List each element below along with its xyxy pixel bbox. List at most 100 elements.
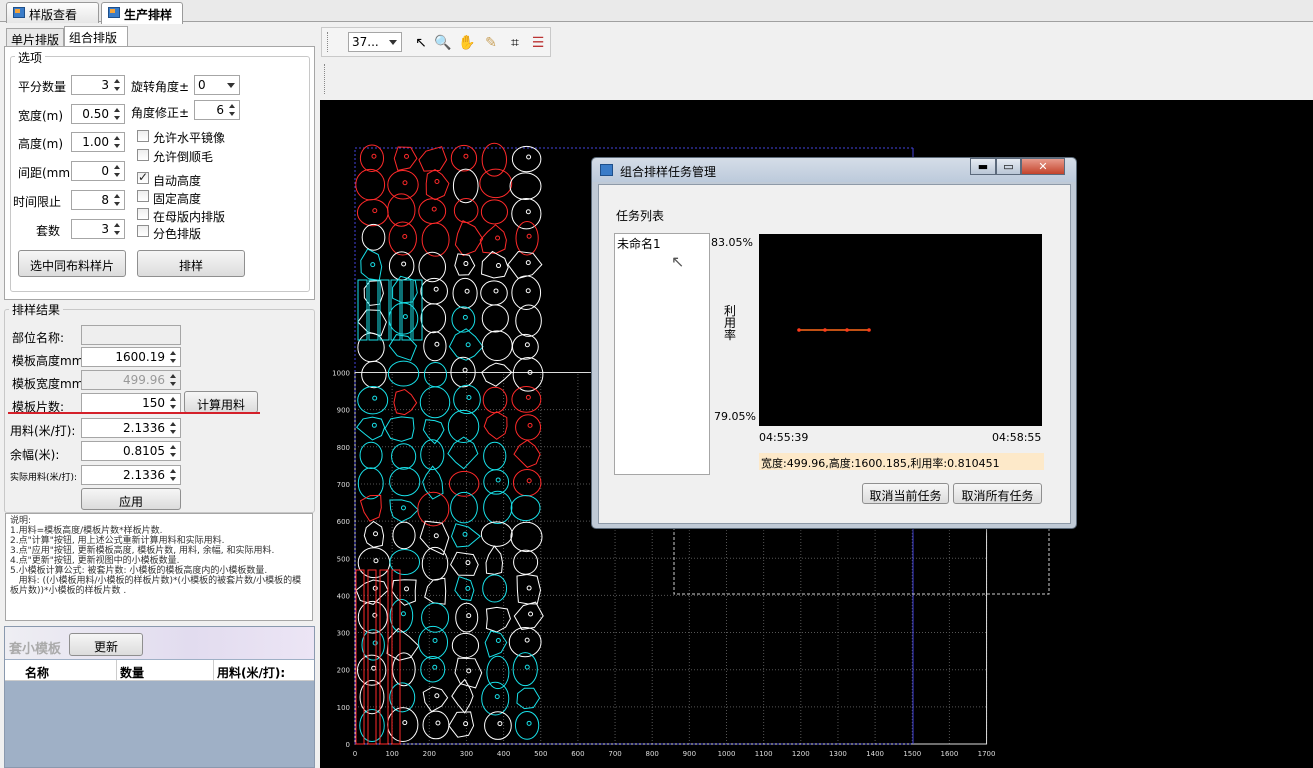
spacing-spinner[interactable]: 0: [71, 161, 125, 181]
pattern-piece: [510, 521, 543, 553]
height-spinner[interactable]: 1.00: [71, 132, 125, 152]
task-list[interactable]: 未命名1 ↖: [614, 233, 710, 475]
eraser-icon[interactable]: ✎: [482, 34, 500, 52]
angle-fix-spinner[interactable]: 6: [194, 100, 240, 120]
pattern-mark: [462, 531, 468, 537]
pattern-piece: [511, 275, 542, 311]
pattern-piece: [451, 306, 476, 333]
pattern-mark: [526, 233, 532, 239]
mirror-checkbox[interactable]: [137, 130, 149, 142]
pattern-piece: [357, 547, 391, 579]
part-name-field[interactable]: [81, 325, 181, 345]
close-button[interactable]: ✕: [1021, 158, 1065, 175]
template-width-label: 模板宽度mm:: [12, 377, 88, 391]
hand-icon[interactable]: ✋: [458, 34, 476, 52]
y-tick-label: 100: [337, 704, 350, 712]
tab-pattern-view[interactable]: 样版查看: [6, 2, 99, 23]
usage-spinner[interactable]: 2.1336: [81, 418, 181, 438]
pattern-piece: [485, 545, 504, 575]
pattern-mark: [432, 664, 438, 670]
pattern-piece: [480, 280, 508, 306]
maximize-button[interactable]: ▭: [996, 158, 1021, 175]
pattern-mark: [404, 586, 410, 592]
pattern-piece: [448, 711, 475, 738]
utilization-point: [823, 328, 827, 332]
crop-icon[interactable]: ⌗: [506, 34, 524, 52]
minimize-button[interactable]: ▬: [970, 158, 996, 175]
nest-button[interactable]: 排样: [137, 250, 245, 277]
pattern-piece: [507, 250, 543, 279]
rotate-angle-select[interactable]: 0: [194, 75, 240, 95]
refresh-button[interactable]: 更新: [69, 633, 143, 656]
pattern-piece: [483, 441, 507, 471]
list-icon[interactable]: ☰: [529, 34, 547, 52]
remain-label: 余幅(米):: [10, 448, 60, 462]
in-master-checkbox[interactable]: [137, 208, 149, 220]
zoom-select[interactable]: 37...: [348, 32, 402, 52]
pattern-piece: [516, 573, 542, 605]
y-tick-label: 700: [337, 481, 350, 489]
pattern-piece: [359, 708, 385, 742]
pattern-piece: [511, 386, 542, 413]
zoom-icon[interactable]: 🔍: [434, 34, 452, 52]
template-height-spinner[interactable]: 1600.19: [81, 347, 181, 367]
utilization-point: [797, 328, 801, 332]
pattern-piece: [452, 168, 479, 204]
apply-button[interactable]: 应用: [81, 488, 181, 510]
dialog-body: 任务列表 未命名1 ↖ 83.05% 79.05% 利用率 04:55:39 0…: [598, 184, 1071, 524]
y-tick-label: 400: [337, 592, 350, 600]
pattern-mark: [465, 560, 471, 566]
pattern-piece: [359, 144, 385, 172]
pattern-piece: [512, 469, 542, 497]
options-legend: 选项: [15, 49, 46, 66]
y-tick-label: 800: [337, 444, 350, 452]
y-min-label: 79.05%: [714, 410, 756, 423]
dialog-titlebar[interactable]: 组合排样任务管理 ▬ ▭ ✕: [592, 158, 1076, 182]
pattern-mark: [433, 286, 439, 292]
pattern-mark: [464, 288, 470, 294]
pattern-mark: [495, 477, 501, 483]
task-item[interactable]: 未命名1: [617, 235, 661, 252]
width-spinner[interactable]: 0.50: [71, 104, 125, 124]
x-tick-label: 200: [423, 750, 436, 758]
actual-usage-spinner[interactable]: 2.1336: [81, 465, 181, 485]
tab-combined-nesting[interactable]: 组合排版: [64, 26, 128, 47]
time-limit-spinner[interactable]: 8: [71, 190, 125, 210]
template-count-spinner[interactable]: 150: [81, 393, 181, 413]
pattern-piece: [423, 362, 448, 388]
usage-label: 用料(米/打):: [10, 424, 76, 438]
col-usage: 用料(米/打):: [217, 666, 286, 680]
pattern-piece: [356, 416, 386, 441]
cancel-current-task-button[interactable]: 取消当前任务: [862, 483, 949, 504]
sets-spinner[interactable]: 3: [71, 219, 125, 239]
pattern-mark: [525, 260, 531, 266]
pattern-piece: [450, 551, 479, 576]
pattern-mark: [404, 153, 410, 159]
pattern-piece: [481, 142, 508, 177]
pattern-piece: [513, 601, 544, 630]
fixed-height-checkbox[interactable]: [137, 190, 149, 202]
pattern-mark: [402, 234, 408, 240]
toolbar-grip: [324, 64, 326, 94]
nap-checkbox[interactable]: [137, 149, 149, 161]
pattern-mark: [466, 668, 472, 674]
pattern-piece: [355, 579, 389, 605]
pattern-piece: [452, 277, 478, 309]
time-start-label: 04:55:39: [759, 431, 809, 444]
select-same-fabric-button[interactable]: 选中同布料样片: [18, 250, 126, 277]
pointer-icon[interactable]: ↖: [412, 34, 430, 52]
tab-production-nesting[interactable]: 生产排样: [101, 2, 183, 24]
remain-spinner[interactable]: 0.8105: [81, 441, 181, 461]
template-width-spinner[interactable]: 499.96: [81, 370, 181, 390]
pattern-piece: [424, 577, 447, 605]
auto-height-checkbox[interactable]: [137, 170, 149, 184]
pattern-mark: [373, 531, 379, 537]
pattern-piece: [389, 467, 421, 497]
pattern-piece: [450, 523, 481, 548]
cancel-all-tasks-button[interactable]: 取消所有任务: [953, 483, 1042, 504]
color-separate-checkbox[interactable]: [137, 225, 149, 237]
pattern-piece: [425, 169, 450, 201]
tab-single-nesting[interactable]: 单片排版: [6, 28, 64, 47]
calc-usage-button[interactable]: 计算用料: [184, 391, 258, 413]
split-count-spinner[interactable]: 3: [71, 75, 125, 95]
